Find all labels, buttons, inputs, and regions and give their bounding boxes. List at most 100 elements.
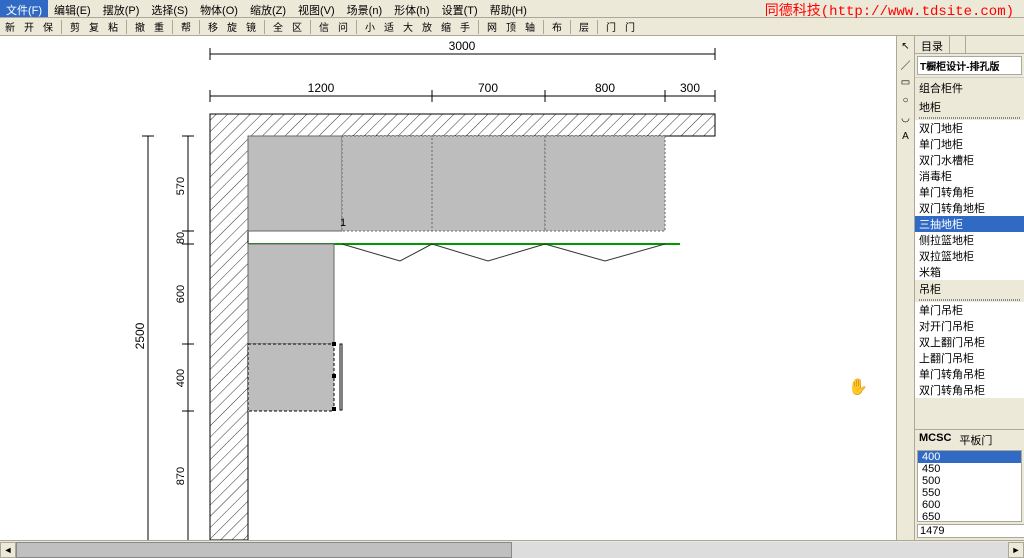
toolbar-button[interactable]: 开: [21, 19, 37, 35]
menu-item[interactable]: 摆放(P): [97, 0, 146, 17]
right-tool-strip: ↖ ／ ▭ ○ ◡ A: [896, 36, 914, 540]
mcsc-tab[interactable]: 平板门: [959, 432, 992, 448]
menu-item[interactable]: 选择(S): [145, 0, 194, 17]
toolbar-button[interactable]: 复: [86, 19, 102, 35]
toolbar-button[interactable]: 问: [335, 19, 351, 35]
toolbar-button[interactable]: 顶: [503, 19, 519, 35]
divider: [919, 117, 1020, 119]
toolbar-button[interactable]: 旋: [224, 19, 240, 35]
toolbar-button[interactable]: 布: [549, 19, 565, 35]
tree-item[interactable]: 单门地柜: [915, 136, 1024, 152]
toolbar-button[interactable]: 全: [270, 19, 286, 35]
tree-item[interactable]: 上翻门吊柜: [915, 350, 1024, 366]
toolbar-button[interactable]: 保: [40, 19, 56, 35]
toolbar-separator: [356, 20, 357, 34]
size-item[interactable]: 450: [918, 463, 1021, 475]
svg-text:400: 400: [175, 369, 187, 387]
tree-item[interactable]: 双门地柜: [915, 120, 1024, 136]
tree-group-label[interactable]: 吊柜: [915, 280, 1024, 298]
scroll-thumb[interactable]: [16, 542, 512, 558]
toolbar-button[interactable]: 撤: [132, 19, 148, 35]
tab-catalog[interactable]: 目录: [915, 36, 950, 53]
menu-item[interactable]: 帮助(H): [484, 0, 533, 17]
scroll-left-button[interactable]: ◄: [0, 542, 16, 558]
toolbar-button[interactable]: 信: [316, 19, 332, 35]
size-item[interactable]: 600: [918, 499, 1021, 511]
toolbar-button[interactable]: 手: [457, 19, 473, 35]
tree-group-label[interactable]: 地柜: [915, 98, 1024, 116]
drawing-canvas[interactable]: 3000 1200 700 800 300 2500: [0, 36, 896, 540]
tree-item[interactable]: 双门转角地柜: [915, 200, 1024, 216]
menu-item[interactable]: 文件(F): [0, 0, 48, 17]
menu-item[interactable]: 设置(T): [436, 0, 484, 17]
scroll-track[interactable]: [16, 542, 1008, 558]
cabinet[interactable]: [248, 244, 334, 344]
menu-item[interactable]: 形体(h): [388, 0, 435, 17]
toolbar-separator: [172, 20, 173, 34]
toolbar-button[interactable]: 轴: [522, 19, 538, 35]
tree-item[interactable]: 侧拉篮地柜: [915, 232, 1024, 248]
toolbar-separator: [199, 20, 200, 34]
tree-item[interactable]: 米箱: [915, 264, 1024, 280]
toolbar-button[interactable]: 放: [419, 19, 435, 35]
cabinet[interactable]: [248, 136, 342, 231]
tool-arrow-icon[interactable]: ↖: [898, 38, 914, 54]
section-head[interactable]: 组合柜件: [915, 77, 1024, 98]
toolbar-button[interactable]: 层: [576, 19, 592, 35]
menu-item[interactable]: 编辑(E): [48, 0, 97, 17]
tree-item[interactable]: 单门转角柜: [915, 184, 1024, 200]
cabinet[interactable]: [545, 136, 665, 231]
size-item[interactable]: 400: [918, 451, 1021, 463]
size-item[interactable]: 650: [918, 511, 1021, 522]
tool-circle-icon[interactable]: ○: [898, 92, 914, 108]
toolbar-separator: [310, 20, 311, 34]
scroll-right-button[interactable]: ►: [1008, 542, 1024, 558]
divider: [919, 299, 1020, 301]
svg-text:3000: 3000: [449, 39, 476, 53]
toolbar-button[interactable]: 新: [2, 19, 18, 35]
svg-text:2500: 2500: [133, 322, 147, 349]
toolbar-button[interactable]: 门: [622, 19, 638, 35]
tool-text-icon[interactable]: A: [898, 128, 914, 144]
tree-item[interactable]: 对开门吊柜: [915, 318, 1024, 334]
toolbar-button[interactable]: 小: [362, 19, 378, 35]
toolbar-button[interactable]: 剪: [67, 19, 83, 35]
size-item[interactable]: 500: [918, 475, 1021, 487]
toolbar-button[interactable]: 帮: [178, 19, 194, 35]
toolbar-button[interactable]: 缩: [438, 19, 454, 35]
menu-item[interactable]: 视图(V): [292, 0, 341, 17]
cabinet[interactable]: [432, 136, 545, 231]
toolbar-button[interactable]: 移: [205, 19, 221, 35]
tree-item[interactable]: 双门水槽柜: [915, 152, 1024, 168]
toolbar-button[interactable]: 重: [151, 19, 167, 35]
toolbar-button[interactable]: 镜: [243, 19, 259, 35]
toolbar-button[interactable]: 大: [400, 19, 416, 35]
cabinet-selected[interactable]: [248, 344, 334, 411]
tree-item[interactable]: 双门转角吊柜: [915, 382, 1024, 398]
h-scrollbar[interactable]: ◄ ►: [0, 540, 1024, 558]
toolbar: 新开保剪复粘撤重帮移旋镜全区信问小适大放缩手网顶轴布层门门: [0, 18, 1024, 36]
tree-item[interactable]: 消毒柜: [915, 168, 1024, 184]
tool-line-icon[interactable]: ／: [898, 56, 914, 72]
size-list[interactable]: 400450500550600650: [917, 450, 1022, 522]
toolbar-button[interactable]: 适: [381, 19, 397, 35]
toolbar-button[interactable]: 粘: [105, 19, 121, 35]
tool-arc-icon[interactable]: ◡: [898, 110, 914, 126]
tree-item[interactable]: 单门转角吊柜: [915, 366, 1024, 382]
toolbar-button[interactable]: 门: [603, 19, 619, 35]
menu-item[interactable]: 物体(O): [194, 0, 244, 17]
toolbar-button[interactable]: 区: [289, 19, 305, 35]
tab-blank[interactable]: [950, 36, 966, 53]
toolbar-button[interactable]: 网: [484, 19, 500, 35]
menu-item[interactable]: 缩放(Z): [244, 0, 292, 17]
cabinet-label: 1: [340, 217, 346, 229]
tree-item[interactable]: 双拉篮地柜: [915, 248, 1024, 264]
tree-item[interactable]: 双上翻门吊柜: [915, 334, 1024, 350]
size-item[interactable]: 550: [918, 487, 1021, 499]
tree-item[interactable]: 三抽地柜: [915, 216, 1024, 232]
bottom-value-input[interactable]: [917, 524, 1024, 538]
menu-item[interactable]: 场景(n): [341, 0, 388, 17]
tool-rect-icon[interactable]: ▭: [898, 74, 914, 90]
tree-item[interactable]: 单门吊柜: [915, 302, 1024, 318]
cabinet[interactable]: [342, 136, 432, 231]
